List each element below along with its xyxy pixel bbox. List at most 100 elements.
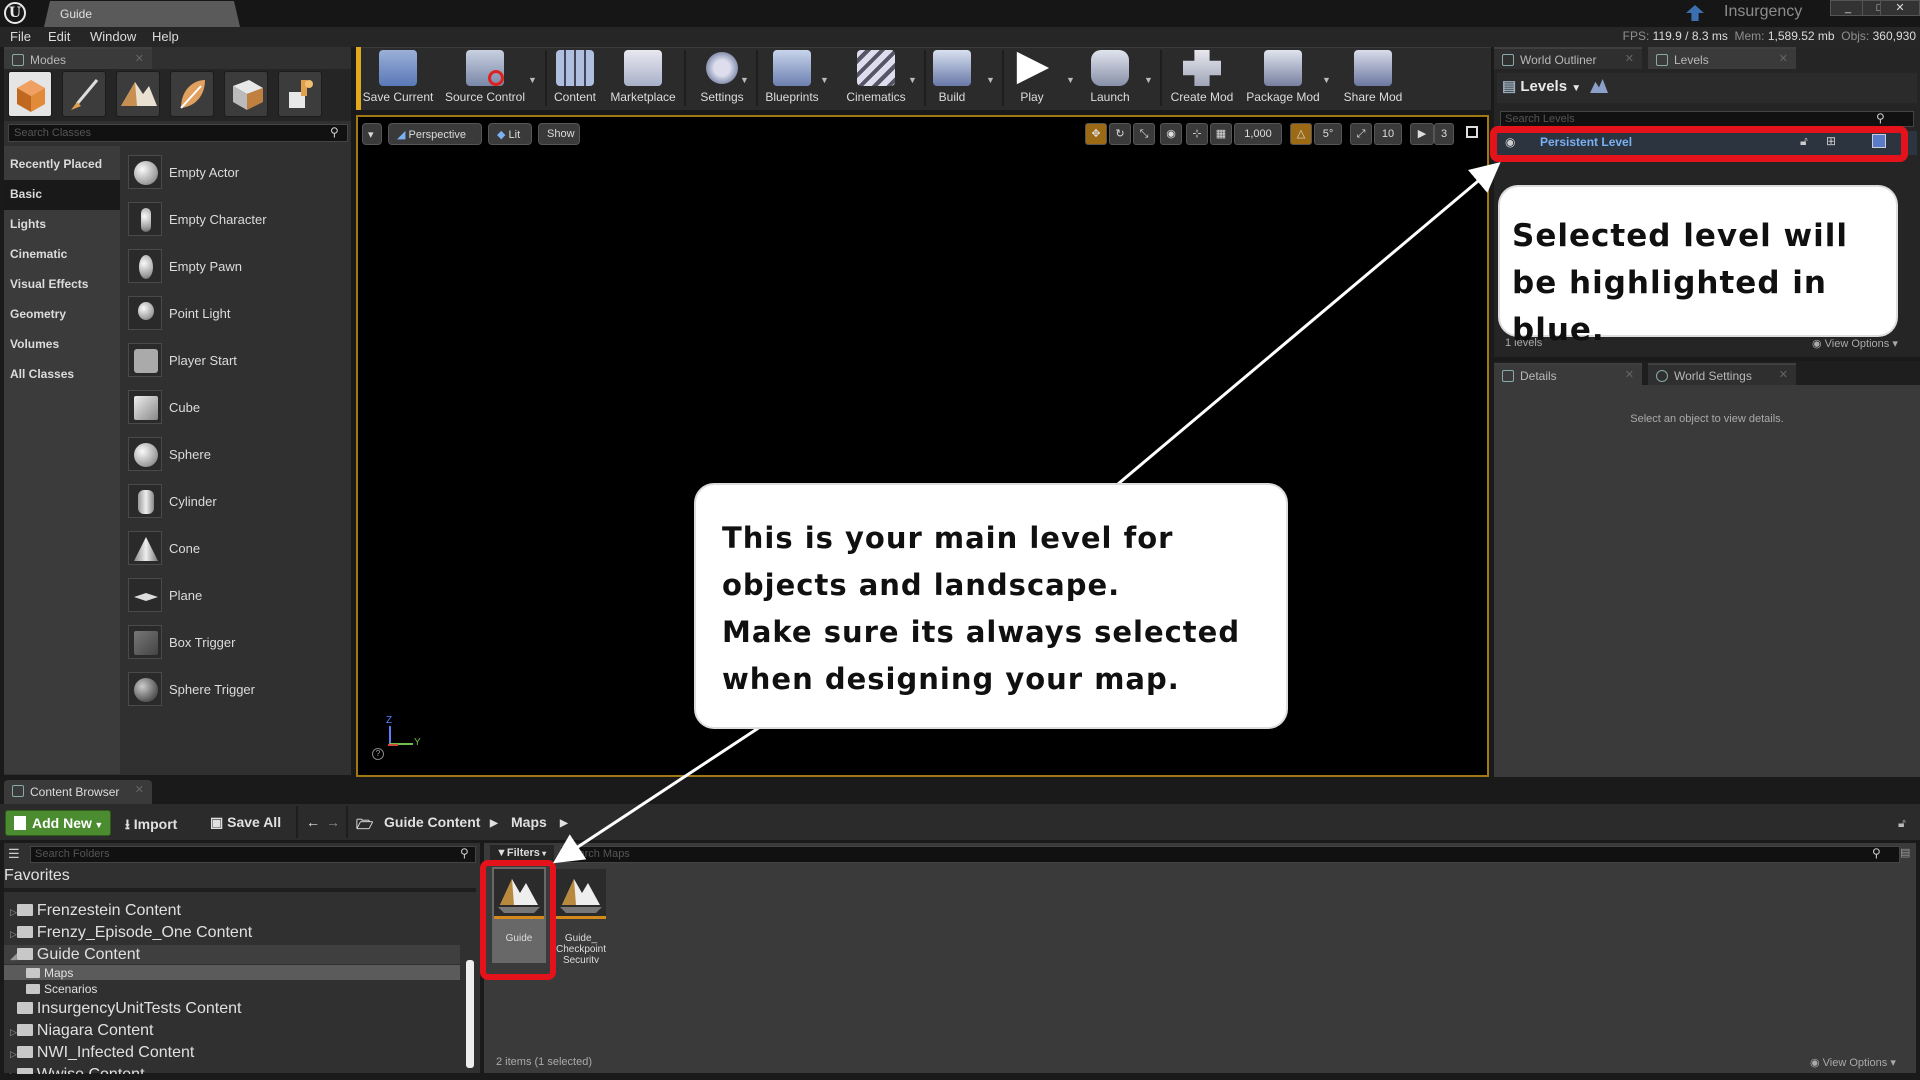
close-icon[interactable]: ✕ xyxy=(135,52,144,65)
category-volumes[interactable]: Volumes xyxy=(4,330,120,360)
geometry-mode-button[interactable] xyxy=(224,71,268,117)
place-item-empty-actor[interactable]: Empty Actor xyxy=(128,153,348,191)
expand-arrow-icon[interactable]: ▷ xyxy=(10,907,17,917)
world-local-icon[interactable]: ◉ xyxy=(1160,123,1182,145)
category-basic[interactable]: Basic xyxy=(4,180,120,210)
play-dropdown-icon[interactable]: ▼ xyxy=(1066,75,1075,85)
menu-file[interactable]: File xyxy=(10,29,31,44)
place-item-sphere-trigger[interactable]: Sphere Trigger xyxy=(128,670,348,708)
grid-size-value[interactable]: 1,000 xyxy=(1234,123,1282,145)
viewport-options-button[interactable]: ▾ xyxy=(362,123,382,145)
tab-content-browser[interactable]: Content Browser ✕ xyxy=(4,780,152,804)
asset-guide-checkpoint-security[interactable]: Guide_ Checkpoint Security xyxy=(554,867,608,963)
back-arrow-icon[interactable]: ← xyxy=(306,814,320,830)
perspective-button[interactable]: ◢ Perspective xyxy=(388,123,482,145)
expand-arrow-icon[interactable]: ▷ xyxy=(10,1049,17,1059)
place-item-empty-pawn[interactable]: Empty Pawn xyxy=(128,247,348,285)
cinematics-dropdown-icon[interactable]: ▼ xyxy=(908,75,917,85)
search-classes-input[interactable]: Search Classes xyxy=(8,124,348,142)
category-cinematic[interactable]: Cinematic xyxy=(4,240,120,270)
share-mod-button[interactable]: Share Mod xyxy=(1340,48,1406,110)
create-mod-button[interactable]: Create Mod xyxy=(1166,48,1238,110)
place-item-empty-character[interactable]: Empty Character xyxy=(128,200,348,238)
sources-toggle-icon[interactable]: ☰ xyxy=(8,846,20,862)
category-recently-placed[interactable]: Recently Placed xyxy=(4,150,120,180)
close-icon[interactable]: ✕ xyxy=(1625,368,1634,381)
foliage-mode-button[interactable] xyxy=(170,71,214,117)
close-icon[interactable]: ✕ xyxy=(1779,368,1788,381)
lit-button[interactable]: ◆ Lit xyxy=(488,123,532,145)
save-current-button[interactable]: Save Current xyxy=(362,48,434,110)
blueprints-dropdown-icon[interactable]: ▼ xyxy=(820,75,829,85)
breadcrumb-guide-content[interactable]: Guide Content xyxy=(384,814,480,830)
close-icon[interactable]: ✕ xyxy=(135,783,144,796)
unreal-logo-icon[interactable]: U xyxy=(4,2,26,24)
assets-view-options[interactable]: ◉ View Options ▾ xyxy=(1810,1056,1896,1069)
breadcrumb-maps[interactable]: Maps xyxy=(511,814,547,830)
search-assets-input[interactable]: Search Maps xyxy=(560,846,1900,863)
expand-arrow-icon[interactable]: ▷ xyxy=(10,1027,17,1037)
scale-snap-icon[interactable]: ⤢ xyxy=(1350,123,1372,145)
tab-world-outliner[interactable]: World Outliner ✕ xyxy=(1494,47,1642,69)
place-item-player-start[interactable]: Player Start xyxy=(128,341,348,379)
maximize-viewport-icon[interactable] xyxy=(1466,126,1478,138)
expand-arrow-icon[interactable]: ▷ xyxy=(10,1071,17,1074)
levels-view-options[interactable]: ◉ View Options ▾ xyxy=(1812,337,1898,350)
play-button[interactable]: Play xyxy=(1008,48,1056,110)
category-all-classes[interactable]: All Classes xyxy=(4,360,120,390)
marketplace-button[interactable]: Marketplace xyxy=(606,48,680,110)
cinematics-button[interactable]: Cinematics xyxy=(840,48,912,110)
category-lights[interactable]: Lights xyxy=(4,210,120,240)
place-item-cylinder[interactable]: Cylinder xyxy=(128,482,348,520)
show-button[interactable]: Show xyxy=(538,123,580,145)
place-item-sphere[interactable]: Sphere xyxy=(128,435,348,473)
favorites-header[interactable]: Favorites xyxy=(4,867,70,885)
save-all-button[interactable]: ▣ Save All xyxy=(210,814,281,831)
mesh-paint-mode-button[interactable] xyxy=(278,71,322,117)
tab-modes[interactable]: Modes ✕ xyxy=(4,47,152,69)
category-geometry[interactable]: Geometry xyxy=(4,300,120,330)
save-search-icon[interactable]: ▤ xyxy=(1900,846,1910,859)
launch-dropdown-icon[interactable]: ▼ xyxy=(1144,75,1153,85)
source-control-button[interactable]: Source Control xyxy=(440,48,530,110)
tab-details[interactable]: Details ✕ xyxy=(1494,363,1642,385)
rotation-snap-value[interactable]: 5° xyxy=(1314,123,1342,145)
place-item-plane[interactable]: Plane xyxy=(128,576,348,614)
grid-snap-icon[interactable]: ▦ xyxy=(1210,123,1232,145)
place-item-point-light[interactable]: Point Light xyxy=(128,294,348,332)
translate-tool-icon[interactable]: ✥ xyxy=(1085,123,1107,145)
rotation-snap-icon[interactable]: △ xyxy=(1290,123,1312,145)
paint-mode-button[interactable] xyxy=(62,71,106,117)
document-tab-guide[interactable]: Guide xyxy=(44,1,240,27)
place-item-cone[interactable]: Cone xyxy=(128,529,348,567)
forward-arrow-icon[interactable]: → xyxy=(326,814,340,830)
folder-insurgencyunittests-content[interactable]: ▷ InsurgencyUnitTests Content xyxy=(10,1000,241,1022)
add-new-button[interactable]: Add New ▼ xyxy=(5,810,111,836)
close-button[interactable]: ✕ xyxy=(1880,0,1920,16)
breadcrumb-separator-icon[interactable]: ▶ xyxy=(490,818,498,829)
folder-tree-scrollbar[interactable] xyxy=(466,960,474,1068)
build-dropdown-icon[interactable]: ▼ xyxy=(986,75,995,85)
launch-button[interactable]: Launch xyxy=(1084,48,1136,110)
rotate-tool-icon[interactable]: ↻ xyxy=(1109,123,1131,145)
place-mode-button[interactable] xyxy=(8,71,52,117)
tab-world-settings[interactable]: World Settings ✕ xyxy=(1648,363,1796,385)
package-mod-button[interactable]: Package Mod xyxy=(1244,48,1322,110)
lock-icon[interactable]: 🔓︎ xyxy=(1898,816,1906,831)
expand-arrow-icon[interactable]: ▷ xyxy=(10,929,17,939)
collapse-arrow-icon[interactable]: ◢ xyxy=(10,951,17,961)
camera-speed-icon[interactable]: ▶ xyxy=(1410,123,1434,145)
tab-levels[interactable]: Levels ✕ xyxy=(1648,47,1796,69)
menu-help[interactable]: Help xyxy=(152,29,179,44)
close-icon[interactable]: ✕ xyxy=(1779,52,1788,65)
minimize-button[interactable]: _ xyxy=(1830,0,1866,16)
content-button[interactable]: Content xyxy=(550,48,600,110)
scale-tool-icon[interactable]: ⤡ xyxy=(1133,123,1155,145)
help-icon[interactable]: ? xyxy=(372,748,384,760)
surface-snap-icon[interactable]: ⊹ xyxy=(1186,123,1208,145)
place-item-cube[interactable]: Cube xyxy=(128,388,348,426)
levels-menu-button[interactable]: ▤ Levels ▼ xyxy=(1502,77,1581,95)
breadcrumb-separator-icon[interactable]: ▶ xyxy=(560,818,568,829)
folder-frenzestein-content[interactable]: ▷ Frenzestein Content xyxy=(10,902,181,924)
build-button[interactable]: Build xyxy=(930,48,974,110)
